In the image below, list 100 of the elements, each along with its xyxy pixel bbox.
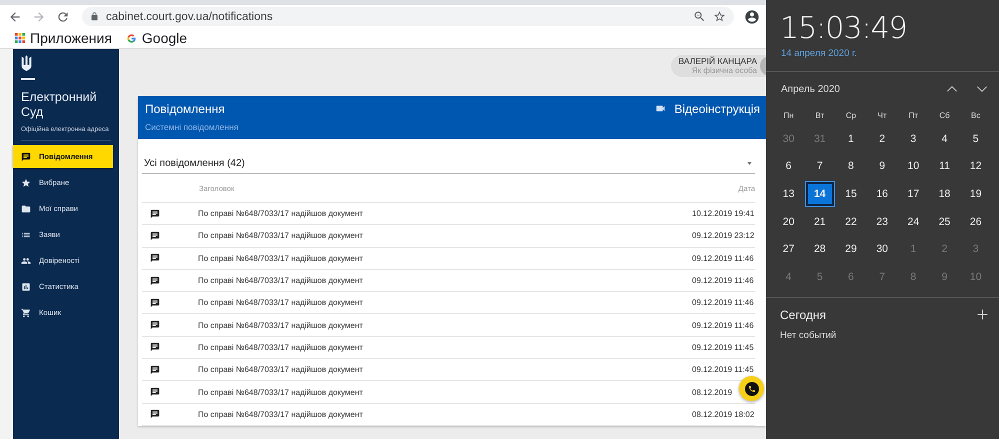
calendar-day[interactable]: 22 (835, 208, 867, 236)
calendar-day[interactable]: 4 (928, 125, 960, 152)
calendar-day[interactable]: 2 (866, 125, 898, 152)
apps-grid-icon (15, 33, 25, 43)
calendar-day[interactable]: 27 (773, 236, 804, 263)
calendar-day[interactable]: 26 (960, 208, 992, 236)
calendar-day[interactable]: 23 (866, 208, 898, 236)
dropdown-caret-icon (746, 160, 753, 166)
notification-date: 08.12.2019 18:02 (692, 410, 754, 419)
account-icon[interactable] (744, 8, 760, 24)
weekday-label: Ср (844, 110, 858, 122)
today-heading: Сегодня (780, 308, 826, 322)
google-logo-icon (126, 32, 137, 44)
phone-icon (748, 384, 756, 392)
notification-date: 09.12.2019 11:46 (692, 254, 754, 263)
calendar-day[interactable]: 6 (773, 152, 804, 180)
calendar-day[interactable]: 29 (835, 236, 867, 263)
calendar-day[interactable]: 1 (835, 125, 867, 152)
notification-date: 09.12.2019 23:12 (692, 231, 754, 240)
clock-time: 15:03:49 (779, 10, 908, 46)
calendar-day[interactable]: 17 (898, 180, 929, 208)
calendar-day[interactable]: 18 (928, 180, 960, 208)
calendar-day[interactable]: 30 (866, 236, 898, 263)
chat-icon (150, 387, 160, 398)
clock-date[interactable]: 14 апреля 2020 г. (766, 46, 999, 59)
notification-date: 10.12.2019 19:41 (692, 209, 754, 218)
calendar-day[interactable]: 25 (928, 208, 960, 236)
notification-date: 09.12.2019 11:46 (692, 320, 754, 330)
calendar-day[interactable]: 20 (773, 208, 804, 236)
chat-icon (150, 364, 160, 375)
calendar-day[interactable]: 12 (960, 152, 992, 180)
month-title[interactable]: Апрель 2020 (781, 84, 929, 94)
weekday-label: Сб (938, 110, 951, 122)
chat-icon (150, 253, 160, 264)
calendar-day[interactable]: 24 (898, 208, 929, 236)
notification-title[interactable]: По справі №648/7033/17 надійшов документ (198, 320, 692, 330)
card-title: Повідомлення (145, 102, 226, 116)
filter-select[interactable]: Усі повідомлення (42) (142, 153, 755, 174)
star-icon[interactable] (713, 10, 726, 23)
calendar-day[interactable]: 11 (928, 152, 960, 180)
chat-icon (150, 342, 160, 352)
reload-icon[interactable] (56, 10, 70, 24)
notification-title[interactable]: По справі №648/7033/17 надійшов документ (198, 388, 692, 397)
plus-icon[interactable] (976, 308, 989, 321)
weekday-label: Вс (970, 110, 982, 122)
notification-date: 08.12.2019 (692, 388, 732, 397)
notification-date: 09.12.2019 11:46 (692, 276, 754, 286)
video-guide-link[interactable]: Відеоінструкція (674, 102, 760, 116)
user-role: Як фізична особа (692, 66, 757, 76)
calendar-day[interactable]: 16 (866, 180, 898, 208)
chat-icon (150, 276, 160, 286)
calendar-day[interactable]: 8 (835, 152, 867, 180)
notification-title[interactable]: По справі №648/7033/17 надійшов документ (198, 365, 692, 374)
chat-icon (150, 409, 160, 420)
calendar-day[interactable]: 5 (960, 125, 992, 152)
weekday-label: Пт (908, 110, 920, 122)
calendar-day[interactable]: 14 (806, 182, 834, 206)
notification-title[interactable]: По справі №648/7033/17 надійшов документ (198, 209, 692, 218)
weekday-label: Вт (814, 110, 826, 122)
chat-icon (150, 298, 160, 308)
notification-title[interactable]: По справі №648/7033/17 надійшов документ (198, 231, 692, 240)
bookmark-link[interactable]: Google (142, 30, 188, 46)
lock-icon (90, 12, 99, 21)
notification-title[interactable]: По справі №648/7033/17 надійшов документ (198, 298, 692, 308)
notification-date: 09.12.2019 11:45 (692, 365, 754, 374)
user-name: ВАЛЕРІЙ КАНЦАРА (678, 56, 757, 66)
notification-date: 09.12.2019 11:46 (692, 298, 754, 308)
url-text[interactable]: cabinet.court.gov.ua/notifications (106, 10, 686, 22)
app-title: Електронний Суд (21, 90, 98, 120)
bar-chart-icon (21, 282, 31, 292)
notification-title[interactable]: По справі №648/7033/17 надійшов документ (198, 276, 692, 286)
calendar-day[interactable]: 19 (960, 180, 992, 208)
trident-emblem-icon (21, 55, 32, 72)
calendar-day[interactable]: 21 (804, 208, 836, 236)
notification-title[interactable]: По справі №648/7033/17 надійшов документ (198, 254, 692, 263)
calendar-day[interactable]: 10 (898, 152, 929, 180)
chat-icon (21, 152, 31, 162)
calendar-day[interactable]: 28 (804, 236, 836, 263)
zoom-icon[interactable] (693, 10, 706, 23)
notification-title[interactable]: По справі №648/7033/17 надійшов документ (198, 342, 692, 352)
chat-icon (150, 208, 160, 219)
calendar-day[interactable]: 15 (835, 180, 867, 208)
address-bar[interactable]: cabinet.court.gov.ua/notifications (82, 7, 734, 26)
calendar-day[interactable]: 7 (804, 152, 836, 180)
weekday-label: Пн (782, 110, 795, 122)
events-text: Нет событий (779, 328, 838, 340)
calendar-day[interactable]: 13 (773, 180, 804, 208)
calendar-day[interactable]: 9 (866, 152, 898, 180)
weekday-label: Чт (876, 110, 888, 122)
user-chip[interactable]: ВАЛЕРІЙ КАНЦАРА Як фізична особа (670, 55, 766, 77)
people-icon (21, 256, 31, 266)
notification-title[interactable]: По справі №648/7033/17 надійшов документ (198, 410, 692, 419)
back-arrow-icon[interactable] (8, 10, 22, 24)
chat-icon (150, 230, 160, 241)
bookmark-link[interactable]: Приложения (30, 30, 112, 46)
notification-date: 09.12.2019 11:45 (692, 342, 754, 352)
card-subtitle: Системні повідомлення (145, 122, 238, 132)
calendar-day[interactable]: 3 (898, 125, 929, 152)
star-icon (21, 178, 31, 188)
cart-icon (21, 308, 31, 318)
